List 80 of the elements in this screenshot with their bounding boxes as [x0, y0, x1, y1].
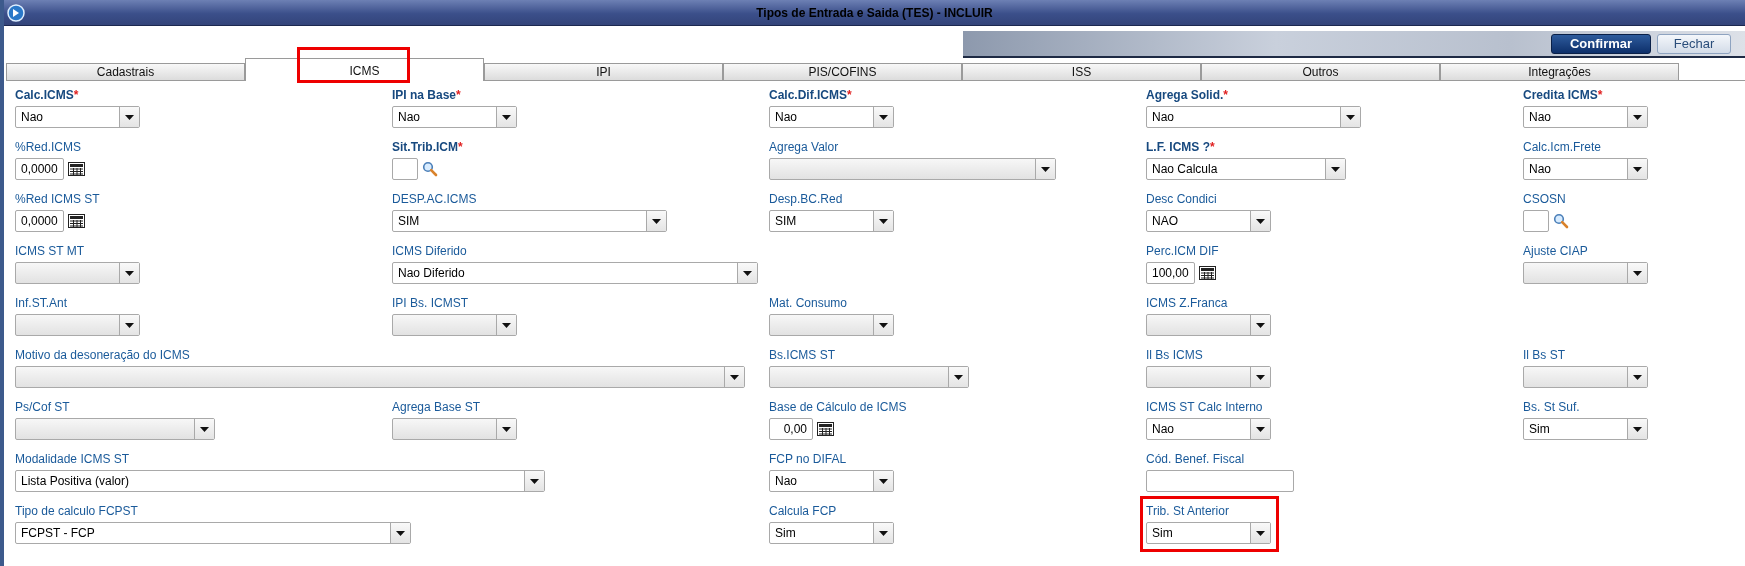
dropdown[interactable]: Nao Diferido	[392, 262, 758, 284]
field-label: FCP no DIFAL	[769, 452, 848, 467]
field-label: Credita ICMS*	[1523, 88, 1604, 103]
field-label: ICMS Z.Franca	[1146, 296, 1229, 311]
dropdown[interactable]: Sim	[1146, 522, 1271, 544]
field-label: Calcula FCP	[769, 504, 838, 519]
tab[interactable]: ICMS	[245, 58, 484, 81]
field-label: Tipo de calculo FCPST	[15, 504, 139, 519]
number-field[interactable]: 0,00	[769, 418, 813, 440]
field-label: L.F. ICMS ?*	[1146, 140, 1216, 155]
input-field[interactable]	[1523, 210, 1549, 232]
calculator-icon[interactable]	[1198, 266, 1216, 280]
field-label: DESP.AC.ICMS	[392, 192, 478, 207]
dropdown[interactable]: Nao	[392, 106, 517, 128]
dropdown[interactable]: Lista Positiva (valor)	[15, 470, 545, 492]
field-label: Desc Condici	[1146, 192, 1218, 207]
field-label: Desp.BC.Red	[769, 192, 844, 207]
dropdown[interactable]: Nao	[15, 106, 140, 128]
field-label: Ajuste CIAP	[1523, 244, 1589, 259]
tab[interactable]: Cadastrais	[6, 63, 245, 80]
field-label: Bs.ICMS ST	[769, 348, 836, 363]
number-field[interactable]: 100,00	[1146, 262, 1195, 284]
search-icon[interactable]	[1553, 213, 1569, 229]
dropdown[interactable]: SIM	[392, 210, 667, 232]
field-label: Trib. St Anterior	[1146, 504, 1230, 519]
field-label: Agrega Valor	[769, 140, 840, 155]
field-label: Il Bs ST	[1523, 348, 1566, 363]
tab[interactable]: IPI	[484, 63, 723, 80]
field-label: IPI na Base*	[392, 88, 462, 103]
field-label: Perc.ICM DIF	[1146, 244, 1219, 259]
dropdown[interactable]: Nao	[1146, 106, 1361, 128]
field-label: CSOSN	[1523, 192, 1567, 207]
input-field[interactable]	[1146, 470, 1294, 492]
field-label: ICMS Diferido	[392, 244, 468, 259]
dropdown[interactable]: Nao	[769, 470, 894, 492]
field-label: Calc.Icm.Frete	[1523, 140, 1602, 155]
field-label: IPI Bs. ICMST	[392, 296, 469, 311]
field-label: Inf.ST.Ant	[15, 296, 69, 311]
tab[interactable]: Outros	[1201, 63, 1440, 80]
field-label: Calc.ICMS*	[15, 88, 80, 103]
field-label: ICMS ST Calc Interno	[1146, 400, 1264, 415]
dropdown[interactable]: Nao	[769, 106, 894, 128]
dropdown[interactable]: Sim	[1523, 418, 1648, 440]
window-title: Tipos de Entrada e Saida (TES) - INCLUIR	[755, 5, 994, 20]
field-label: Il Bs ICMS	[1146, 348, 1204, 363]
dropdown[interactable]: Nao	[1146, 418, 1271, 440]
field-label: ICMS ST MT	[15, 244, 86, 259]
calculator-icon[interactable]	[67, 214, 85, 228]
field-label: Calc.Dif.ICMS*	[769, 88, 853, 103]
tab[interactable]: PIS/COFINS	[723, 63, 962, 80]
tab[interactable]: ISS	[962, 63, 1201, 80]
input-field[interactable]	[392, 158, 418, 180]
dropdown[interactable]: Nao Calcula	[1146, 158, 1346, 180]
confirm-button[interactable]: Confirmar	[1551, 33, 1651, 54]
field-label: Base de Cálculo de ICMS	[769, 400, 907, 415]
close-button[interactable]: Fechar	[1657, 33, 1731, 54]
field-label: Agrega Solid.*	[1146, 88, 1229, 103]
field-label: Bs. St Suf.	[1523, 400, 1581, 415]
search-icon[interactable]	[422, 161, 438, 177]
app-icon	[7, 3, 25, 22]
field-label: Ps/Cof ST	[15, 400, 71, 415]
dropdown[interactable]: SIM	[769, 210, 894, 232]
number-field[interactable]: 0,0000	[15, 158, 64, 180]
dropdown[interactable]: Sim	[769, 522, 894, 544]
field-label: Mat. Consumo	[769, 296, 849, 311]
dropdown[interactable]: FCPST - FCP	[15, 522, 411, 544]
field-label: %Red.ICMS	[15, 140, 83, 155]
field-label: Cód. Benef. Fiscal	[1146, 452, 1246, 467]
field-label: %Red ICMS ST	[15, 192, 100, 207]
dropdown[interactable]: Nao	[1523, 106, 1648, 128]
dropdown[interactable]: NAO	[1146, 210, 1271, 232]
calculator-icon[interactable]	[817, 422, 834, 436]
field-label: Modalidade ICMS ST	[15, 452, 131, 467]
field-label: Motivo da desoneração do ICMS	[15, 348, 191, 363]
field-label: Agrega Base ST	[392, 400, 482, 415]
calculator-icon[interactable]	[67, 162, 85, 176]
dropdown[interactable]: Nao	[1523, 158, 1648, 180]
field-label: Sit.Trib.ICM*	[392, 140, 463, 155]
number-field[interactable]: 0,0000	[15, 210, 64, 232]
tab[interactable]: Integrações	[1440, 63, 1679, 80]
